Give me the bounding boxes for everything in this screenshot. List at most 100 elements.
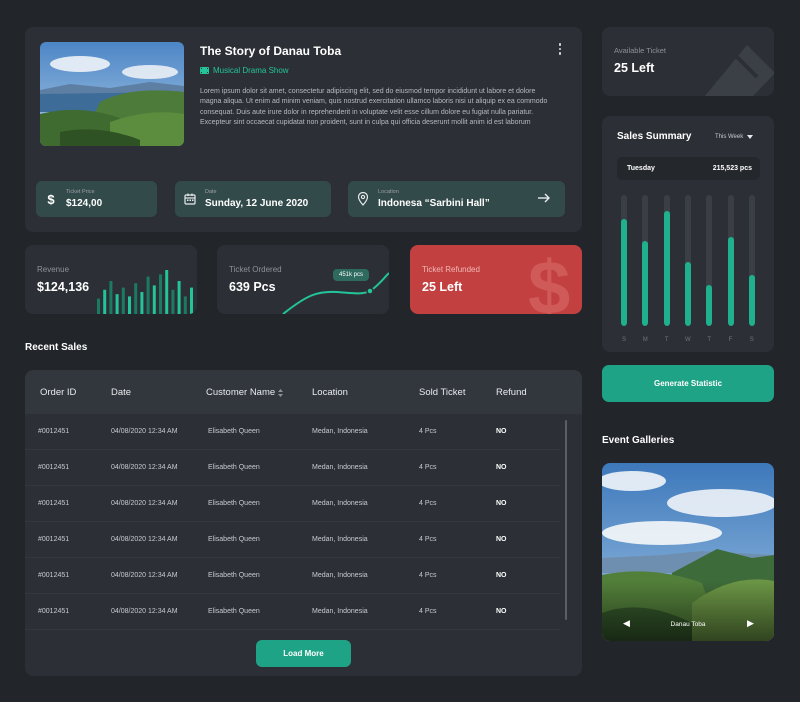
table-cell: NO — [496, 428, 507, 435]
sort-icon[interactable] — [278, 388, 284, 397]
ticket-refunded-value: 25 Left — [422, 280, 463, 294]
location-pill[interactable]: Location Indonesa “Sarbini Hall” — [348, 181, 565, 217]
column-date[interactable]: Date — [111, 387, 131, 398]
calendar-icon — [175, 193, 205, 205]
table-cell: Medan, Indonesia — [312, 608, 368, 615]
sales-summary-tooltip: Tuesday 215,523 pcs — [617, 157, 760, 180]
table-cell: Elisabeth Queen — [208, 500, 260, 507]
event-description: Lorem ipsum dolor sit amet, consectetur … — [200, 88, 548, 126]
sales-summary-day-label: T — [707, 337, 712, 343]
sales-summary-bar-fill — [727, 236, 734, 326]
sales-summary-bar[interactable] — [706, 195, 713, 326]
dollar-icon: $ — [47, 191, 55, 207]
column-customer-name-label: Customer Name — [206, 387, 276, 398]
table-cell: Elisabeth Queen — [208, 428, 260, 435]
generate-statistic-button[interactable]: Generate Statistic — [602, 365, 774, 402]
sales-summary-day-label: F — [728, 337, 733, 343]
available-ticket-card: Available Ticket 25 Left — [602, 27, 774, 96]
table-cell: NO — [496, 572, 507, 579]
revenue-bar — [115, 294, 119, 314]
sales-summary-day-label: M — [642, 337, 648, 343]
revenue-bar — [140, 292, 144, 314]
column-order-id[interactable]: Order ID — [40, 387, 76, 398]
table-cell: 04/08/2020 12:34 AM — [111, 572, 178, 579]
sales-summary-bar-fill — [706, 285, 713, 326]
revenue-bar — [121, 287, 125, 314]
ticket-price-value: $124,00 — [66, 198, 103, 209]
table-cell: NO — [496, 500, 507, 507]
revenue-bar — [97, 298, 100, 314]
table-row[interactable]: #0012451 04/08/2020 12:34 AM Elisabeth Que… — [25, 522, 560, 558]
sales-summary-bar[interactable] — [621, 195, 627, 326]
gallery-next-icon[interactable]: ▶ — [747, 618, 754, 629]
event-genre-label: Musical Drama Show — [213, 66, 289, 75]
table-cell: 04/08/2020 12:34 AM — [111, 536, 178, 543]
table-row[interactable]: #0012451 04/08/2020 12:34 AM Elisabeth Que… — [25, 414, 560, 450]
table-row[interactable]: #0012451 04/08/2020 12:34 AM Elisabeth Que… — [25, 486, 560, 522]
event-title: The Story of Danau Toba — [200, 44, 342, 58]
sales-summary-bar[interactable] — [748, 195, 755, 326]
table-row[interactable]: #0012451 04/08/2020 12:34 AM Elisabeth Que… — [25, 450, 560, 486]
table-cell: Elisabeth Queen — [208, 464, 260, 471]
dollar-icon: $ — [528, 246, 571, 315]
revenue-bar — [171, 289, 175, 314]
sales-summary-bar[interactable] — [642, 195, 649, 326]
revenue-bar — [152, 285, 156, 314]
date-pill: Date Sunday, 12 June 2020 — [175, 181, 331, 217]
table-cell: 4 Pcs — [419, 428, 437, 435]
table-cell: Medan, Indonesia — [312, 428, 368, 435]
more-vertical-icon[interactable] — [553, 42, 567, 56]
column-location[interactable]: Location — [312, 387, 348, 398]
table-cell: #0012451 — [38, 572, 70, 579]
table-cell: Medan, Indonesia — [312, 500, 368, 507]
revenue-bar — [109, 281, 113, 314]
column-refund[interactable]: Refund — [496, 387, 527, 398]
sales-summary-bar[interactable] — [727, 195, 734, 326]
event-genre: Musical Drama Show — [200, 66, 289, 75]
table-row[interactable]: #0012451 04/08/2020 12:34 AM Elisabeth Que… — [25, 558, 560, 594]
arrow-right-icon[interactable] — [537, 192, 551, 204]
column-sold-ticket[interactable]: Sold Ticket — [419, 387, 465, 398]
available-ticket-label: Available Ticket — [614, 46, 666, 55]
table-scrollbar[interactable] — [565, 420, 567, 620]
date-label: Date — [205, 189, 217, 195]
table-cell: #0012451 — [38, 536, 70, 543]
recent-sales-title: Recent Sales — [25, 342, 88, 353]
table-cell: Medan, Indonesia — [312, 464, 368, 471]
date-value: Sunday, 12 June 2020 — [205, 198, 309, 209]
table-cell: Elisabeth Queen — [208, 572, 260, 579]
event-thumbnail — [40, 42, 184, 146]
sales-summary-bar-fill — [748, 274, 755, 326]
ticket-price-pill: $ Ticket Price $124,00 — [36, 181, 157, 217]
ticket-ordered-tooltip: 451k pcs — [333, 269, 370, 281]
sales-summary-bar[interactable] — [663, 195, 670, 326]
sales-summary-day-label: T — [664, 337, 669, 343]
sales-summary-bar-fill — [621, 218, 627, 326]
table-row[interactable]: #0012451 04/08/2020 12:34 AM Elisabeth Que… — [25, 594, 560, 630]
sales-table: Order ID Date Customer Name Location Sol… — [25, 370, 582, 676]
table-cell: 4 Pcs — [419, 464, 437, 471]
event-card: The Story of Danau Toba Musical Drama Sh… — [25, 27, 582, 232]
revenue-bar — [190, 287, 193, 314]
table-cell: NO — [496, 536, 507, 543]
sales-summary-day-label: S — [621, 337, 626, 343]
table-cell: NO — [496, 608, 507, 615]
revenue-bar — [146, 276, 150, 314]
table-cell: 4 Pcs — [419, 536, 437, 543]
ticket-price-label: Ticket Price — [66, 189, 95, 195]
sales-summary-bar-fill — [663, 210, 670, 326]
sales-summary-title: Sales Summary — [617, 131, 692, 142]
revenue-bar — [165, 270, 169, 314]
table-cell: Medan, Indonesia — [312, 572, 368, 579]
map-pin-icon — [348, 192, 378, 206]
revenue-value: $124,136 — [37, 280, 90, 294]
revenue-bar — [159, 274, 162, 314]
sales-summary-bar-fill — [642, 240, 649, 326]
ticket-refunded-label: Ticket Refunded — [422, 265, 480, 274]
sales-summary-range-dropdown[interactable]: This Week — [715, 134, 754, 140]
load-more-button[interactable]: Load More — [256, 640, 351, 667]
sales-summary-bar[interactable] — [684, 195, 691, 326]
table-cell: #0012451 — [38, 500, 70, 507]
revenue-label: Revenue — [37, 265, 70, 274]
column-customer-name[interactable]: Customer Name — [206, 387, 284, 398]
